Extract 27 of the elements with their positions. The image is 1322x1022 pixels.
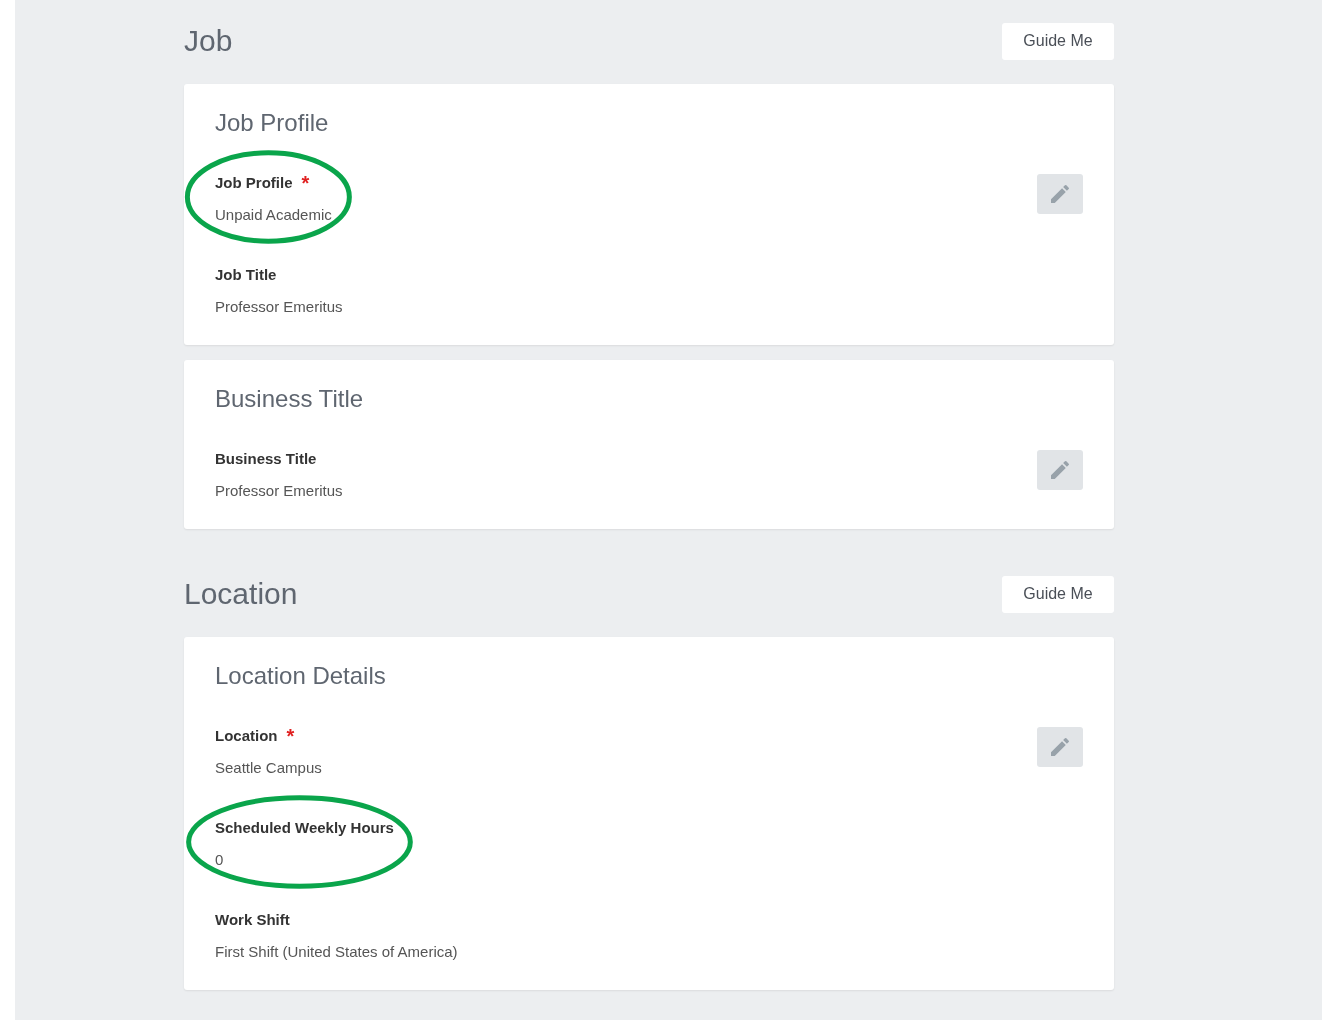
edit-button[interactable]	[1037, 174, 1083, 214]
field-label: Work Shift	[215, 910, 290, 930]
field-label: Job Title	[215, 265, 277, 285]
field-value: Unpaid Academic	[215, 205, 332, 225]
required-asterisk: *	[301, 173, 310, 193]
field-value: Professor Emeritus	[215, 481, 343, 501]
field-value: 0	[215, 850, 225, 870]
guide-me-button[interactable]: Guide Me	[1002, 575, 1114, 613]
edit-button[interactable]	[1037, 727, 1083, 767]
card-title: Job Profile	[215, 108, 330, 138]
pencil-icon	[1048, 458, 1072, 482]
guide-me-button[interactable]: Guide Me	[1002, 22, 1114, 60]
card-title: Business Title	[215, 384, 365, 414]
section-title: Job	[184, 24, 233, 58]
required-asterisk: *	[286, 726, 295, 746]
section-title: Location	[184, 577, 298, 611]
pencil-icon	[1048, 182, 1072, 206]
field-label: Job Profile	[215, 173, 293, 193]
edit-button[interactable]	[1037, 450, 1083, 490]
field-value: First Shift (United States of America)	[215, 942, 458, 962]
pencil-icon	[1048, 735, 1072, 759]
field-label: Business Title	[215, 449, 317, 469]
field-value: Professor Emeritus	[215, 297, 343, 317]
field-label: Location	[215, 726, 278, 746]
field-label: Scheduled Weekly Hours	[215, 818, 394, 838]
card-title: Location Details	[215, 661, 387, 691]
field-value: Seattle Campus	[215, 758, 322, 778]
